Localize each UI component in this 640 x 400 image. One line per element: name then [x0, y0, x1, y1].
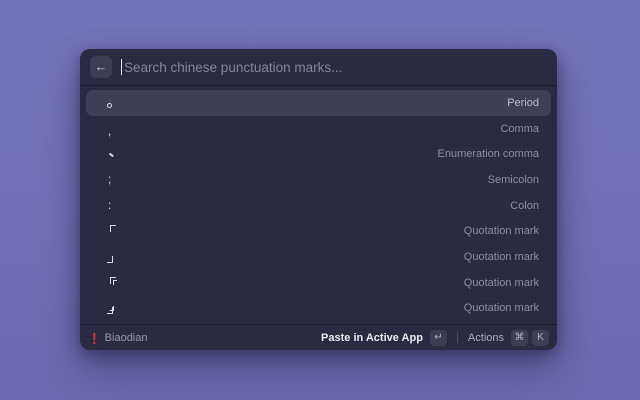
- actions-keys: ⌘K: [511, 330, 549, 346]
- punctuation-char-icon: [106, 96, 120, 110]
- back-button[interactable]: ←: [90, 56, 112, 78]
- punctuation-char-icon: ;: [106, 173, 120, 187]
- actions-menu-button[interactable]: Actions ⌘K: [468, 330, 549, 346]
- punctuation-label: Comma: [500, 123, 539, 135]
- return-key-icon: ↵: [430, 330, 447, 346]
- punctuation-label: Quotation mark: [464, 251, 539, 263]
- punctuation-label: Semicolon: [488, 174, 539, 186]
- punctuation-char-icon: [106, 147, 120, 161]
- search-placeholder: Search chinese punctuation marks...: [124, 60, 342, 75]
- footer-divider: [457, 332, 458, 343]
- list-item[interactable]: Quotation mark: [86, 218, 551, 244]
- list-item[interactable]: ; Semicolon: [86, 167, 551, 193]
- footer-actions: Paste in Active App ↵ Actions ⌘K: [321, 330, 549, 346]
- punctuation-label: Colon: [510, 200, 539, 212]
- punctuation-char-icon: [106, 276, 120, 290]
- footer-bar: ! Biaodian Paste in Active App ↵ Actions…: [80, 324, 557, 350]
- punctuation-label: Quotation mark: [464, 225, 539, 237]
- command-key-icon: ⌘: [511, 330, 528, 346]
- punctuation-char-icon: ,: [106, 122, 120, 136]
- results-list: Period, Comma Enumeration comma; Semicolon:…: [80, 86, 557, 324]
- punctuation-label: Quotation mark: [464, 302, 539, 314]
- actions-label: Actions: [468, 332, 504, 344]
- k-key: K: [532, 330, 549, 346]
- list-item[interactable]: Enumeration comma: [86, 141, 551, 167]
- list-item[interactable]: Quotation mark: [86, 296, 551, 322]
- paste-action-button[interactable]: Paste in Active App ↵: [321, 330, 447, 346]
- punctuation-label: Quotation mark: [464, 277, 539, 289]
- list-item[interactable]: Quotation mark: [86, 244, 551, 270]
- exclamation-icon: !: [92, 329, 97, 345]
- punctuation-char-icon: :: [106, 199, 120, 213]
- punctuation-label: Period: [507, 97, 539, 109]
- list-item[interactable]: Quotation mark: [86, 270, 551, 296]
- list-item[interactable]: Period: [86, 90, 551, 116]
- list-item[interactable]: , Comma: [86, 116, 551, 142]
- punctuation-char-icon: [106, 224, 120, 238]
- punctuation-char-icon: [106, 250, 120, 264]
- launcher-window: ← Search chinese punctuation marks... Pe…: [80, 49, 557, 350]
- search-input[interactable]: Search chinese punctuation marks...: [121, 59, 547, 75]
- punctuation-char-icon: [106, 301, 120, 315]
- paste-action-label: Paste in Active App: [321, 332, 423, 344]
- list-item[interactable]: : Colon: [86, 193, 551, 219]
- punctuation-label: Enumeration comma: [438, 148, 540, 160]
- text-caret: [121, 59, 122, 75]
- search-header: ← Search chinese punctuation marks...: [80, 49, 557, 86]
- app-name: Biaodian: [105, 332, 148, 344]
